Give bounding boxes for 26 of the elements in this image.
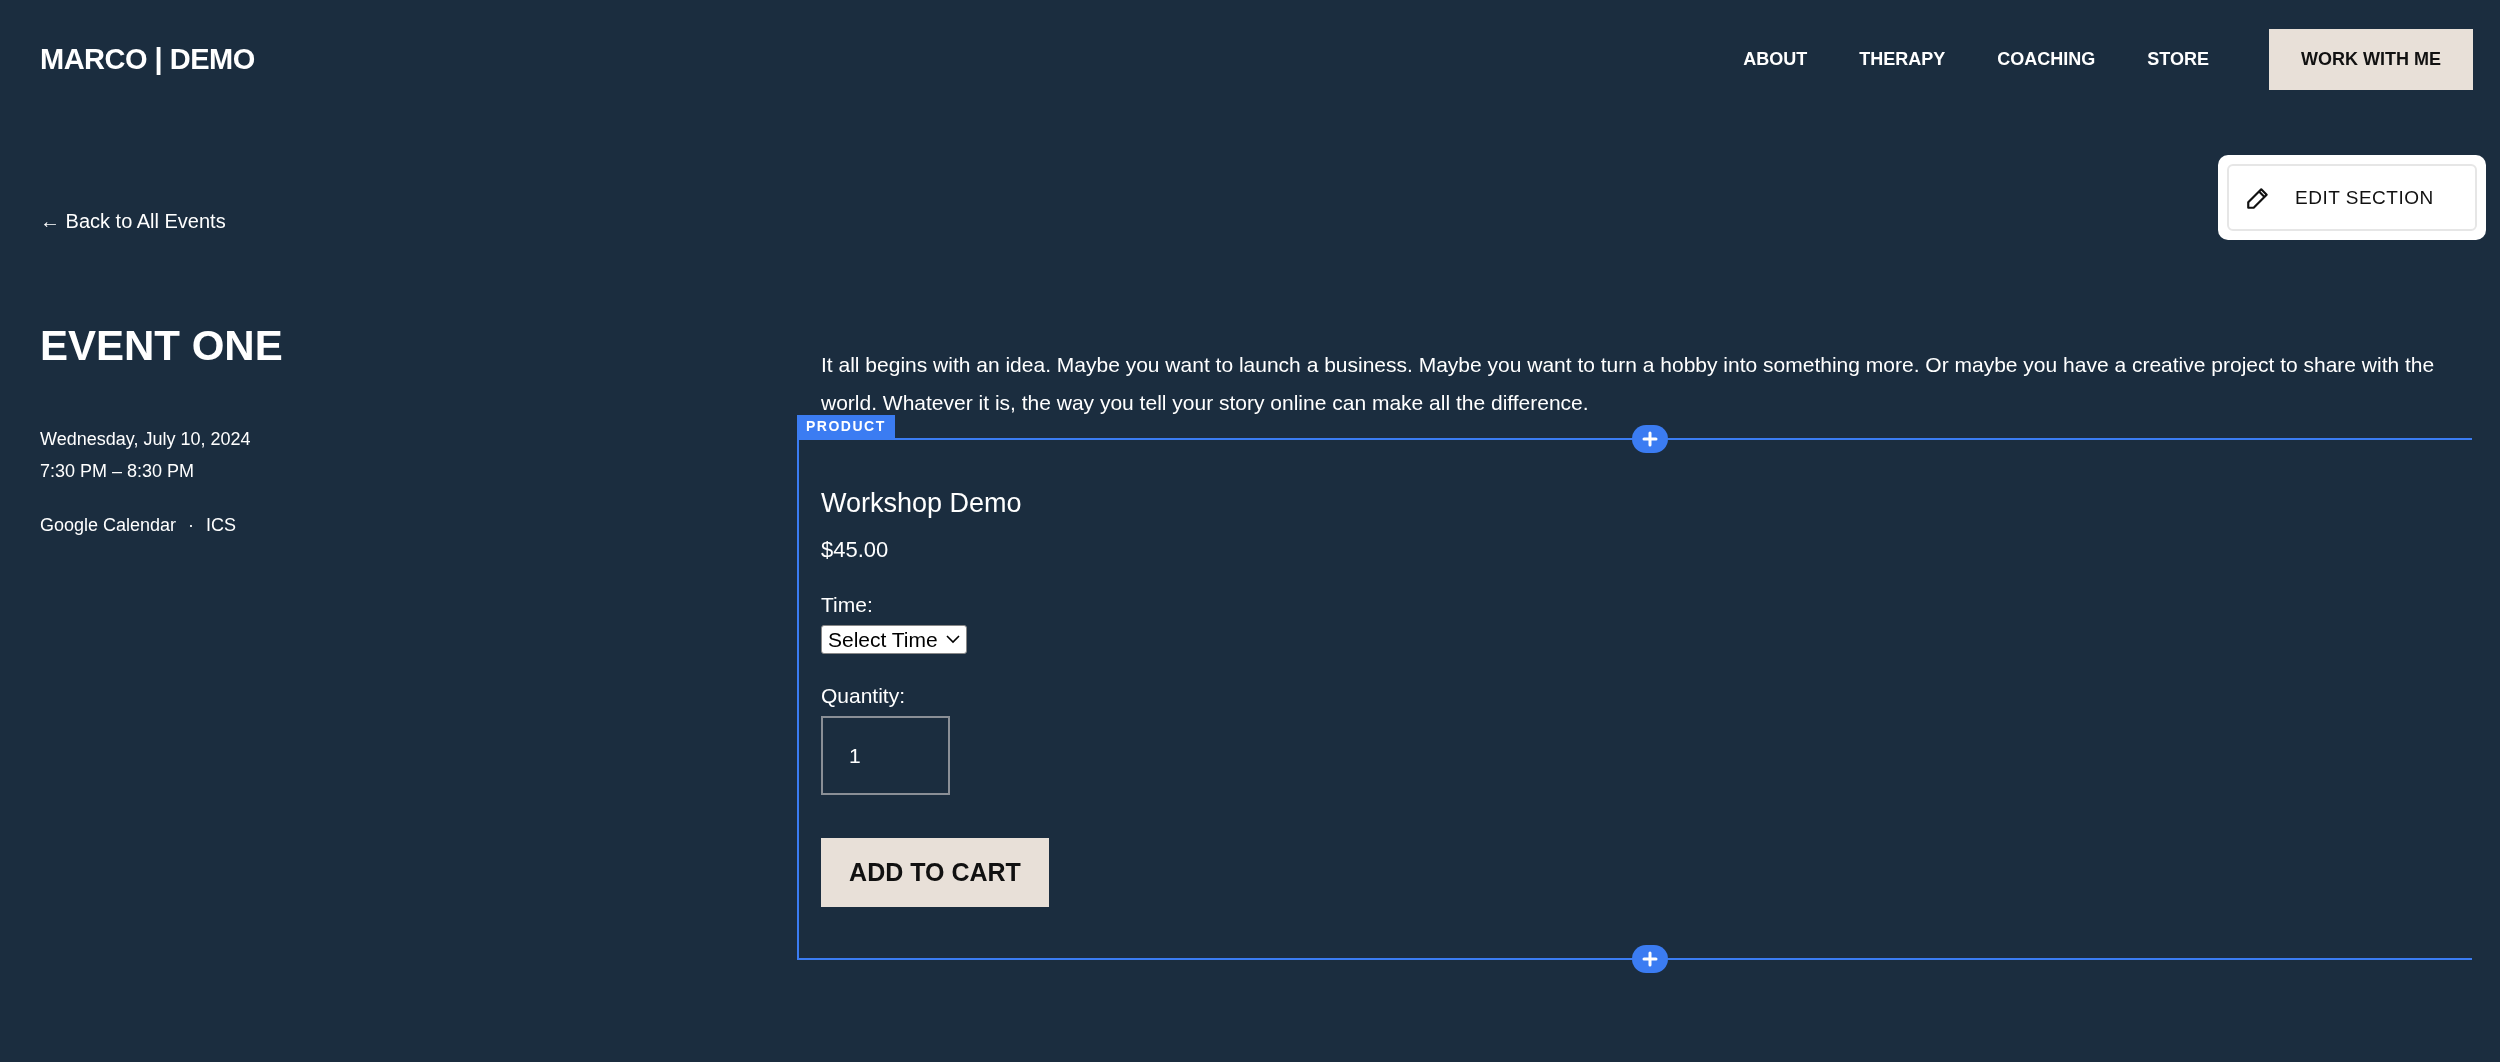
nav-link[interactable]: STORE	[2147, 49, 2209, 70]
calendar-link[interactable]: Google Calendar	[40, 515, 177, 536]
add-block-icon[interactable]	[1632, 945, 1668, 973]
add-block-icon[interactable]	[1632, 425, 1668, 453]
time-select[interactable]: Select Time	[821, 625, 967, 654]
edit-section-button[interactable]: EDIT SECTION	[2227, 164, 2477, 231]
product-price: $45.00	[821, 537, 890, 563]
nav-link[interactable]: COACHING	[1997, 49, 2096, 70]
back-link[interactable]: ← Back to All Events	[40, 210, 226, 233]
quantity-field[interactable]: 1	[821, 716, 950, 795]
nav-link[interactable]: THERAPY	[1859, 49, 1946, 70]
event-time: 7:30 PM – 8:30 PM	[40, 460, 196, 483]
nav-link[interactable]: ABOUT	[1743, 49, 1808, 70]
caret-icon	[945, 635, 960, 644]
event-date: Wednesday, July 10, 2024	[40, 428, 252, 451]
site-logo[interactable]: MARCO | DEMO	[40, 43, 255, 76]
time-label: Time:	[821, 593, 874, 617]
calendar-link[interactable]: ICS	[206, 515, 237, 536]
event-description: It all begins with an idea. Maybe you want to launch a business. Maybe you want to turn a hobby into something more. Or maybe you have a creative project to share with the world. Whatever it is, the way you tell your story online can make all the difference.	[821, 352, 2436, 416]
product-name: Workshop Demo	[821, 488, 1022, 519]
block-tag: PRODUCT	[797, 415, 895, 438]
add-to-cart-button[interactable]: ADD TO CART	[821, 838, 1049, 907]
work-with-me-button[interactable]: WORK WITH ME	[2269, 29, 2473, 90]
quantity-label: Quantity:	[821, 684, 907, 708]
separator: ·	[188, 515, 195, 536]
event-title: EVENT ONE	[40, 325, 284, 367]
